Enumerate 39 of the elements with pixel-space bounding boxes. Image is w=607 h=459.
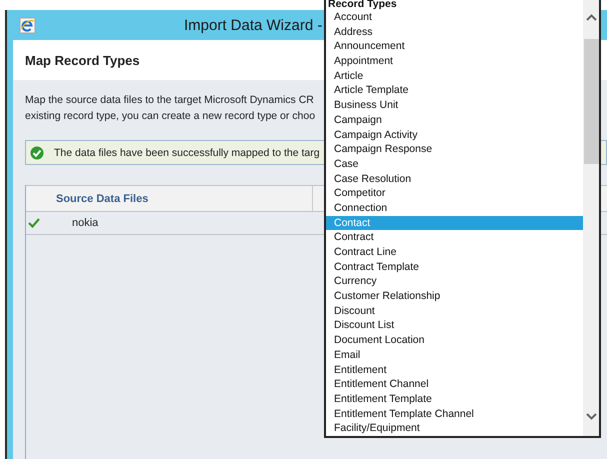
list-option[interactable]: Case Resolution [326, 172, 583, 186]
description-text: Map the source data files to the target Microsoft Dynamics CR existing record type, you can create a new record type or choo [25, 93, 316, 124]
list-option[interactable]: Campaign Response [326, 142, 583, 157]
list-option[interactable]: Entitlement Channel [326, 377, 583, 392]
list-option[interactable]: Entitlement [326, 362, 583, 378]
list-option[interactable]: Competitor [326, 186, 583, 201]
table-cell: nokia [72, 217, 98, 229]
list-option[interactable]: Contract Line [326, 245, 583, 260]
list-option[interactable]: Connection [326, 200, 583, 216]
list-option[interactable]: Customer Relationship [326, 289, 583, 304]
list-option[interactable]: Announcement [326, 39, 583, 54]
list-option[interactable]: Business Unit [326, 98, 583, 113]
list-option[interactable]: Currency [326, 274, 583, 290]
list-option[interactable]: Article Template [326, 83, 583, 98]
scroll-up-icon[interactable] [586, 14, 596, 21]
list-option[interactable]: Account [326, 10, 583, 25]
list-option[interactable]: Facility/Equipment [326, 421, 583, 436]
scroll-down-icon[interactable] [586, 413, 596, 420]
list-option[interactable]: Contract [326, 230, 583, 245]
list-option[interactable]: Discount [326, 304, 583, 318]
scroll-thumb[interactable] [584, 39, 598, 164]
browser-icon [19, 16, 36, 34]
list-option[interactable]: Appointment [326, 54, 583, 69]
status-message: The data files have been successfully mapped to the targ [54, 146, 320, 158]
success-check-icon [30, 146, 44, 160]
list-option[interactable]: Entitlement Template Channel [326, 406, 583, 422]
page-heading: Map Record Types [25, 52, 140, 68]
list-option[interactable]: Email [326, 348, 583, 362]
list-option[interactable]: Article [326, 68, 583, 84]
list-option[interactable]: Contract Template [326, 260, 583, 274]
list-option[interactable]: Discount List [326, 318, 583, 334]
list-option[interactable]: Entitlement Template [326, 392, 583, 407]
list-option[interactable]: Document Location [326, 333, 583, 348]
window-title: Import Data Wizard - [184, 16, 322, 34]
list-option[interactable]: Case [326, 156, 583, 172]
list-option[interactable]: Campaign [326, 112, 583, 128]
list-option[interactable]: Campaign Activity [326, 128, 583, 142]
column-header[interactable]: Source Data Files [56, 186, 313, 211]
list-option[interactable]: Address [326, 24, 583, 40]
